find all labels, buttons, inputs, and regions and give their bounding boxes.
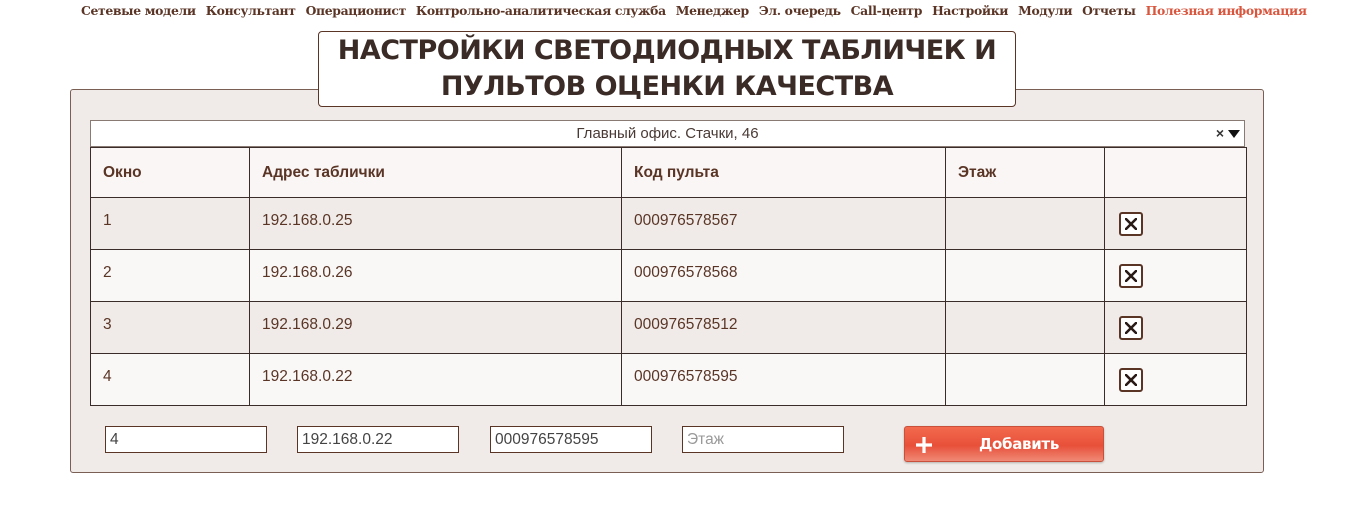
close-x-icon xyxy=(1125,270,1137,282)
table-row: 4 192.168.0.22 000976578595 xyxy=(90,353,1247,406)
window-number-input[interactable] xyxy=(105,426,267,453)
add-button-label: Добавить xyxy=(978,435,1060,453)
header-address: Адрес таблички xyxy=(249,147,622,198)
office-select-value: Главный офис. Стачки, 46 xyxy=(576,125,759,142)
cell-code: 000976578595 xyxy=(621,353,946,406)
cell-actions xyxy=(1104,301,1247,354)
nav-manager[interactable]: Менеджер xyxy=(676,3,749,18)
header-actions xyxy=(1104,147,1247,198)
cell-code: 000976578567 xyxy=(621,197,946,250)
cell-address: 192.168.0.26 xyxy=(249,249,622,302)
nav-e-queue[interactable]: Эл. очередь xyxy=(759,3,841,18)
delete-row-button[interactable] xyxy=(1119,316,1143,340)
nav-operator[interactable]: Операционист xyxy=(306,3,407,18)
cell-window: 1 xyxy=(90,197,250,250)
nav-reports[interactable]: Отчеты xyxy=(1082,3,1136,18)
delete-row-button[interactable] xyxy=(1119,368,1143,392)
nav-consultant[interactable]: Консультант xyxy=(206,3,296,18)
remote-code-input[interactable] xyxy=(490,426,652,453)
table-row: 3 192.168.0.29 000976578512 xyxy=(90,301,1247,354)
top-navigation: Сетевые модели Консультант Операционист … xyxy=(81,3,1307,18)
cell-address: 192.168.0.29 xyxy=(249,301,622,354)
address-input[interactable] xyxy=(297,426,459,453)
header-floor: Этаж xyxy=(945,147,1105,198)
nav-control-analytics[interactable]: Контрольно-аналитическая служба xyxy=(416,3,666,18)
nav-call-center[interactable]: Call-центр xyxy=(851,3,923,18)
close-x-icon xyxy=(1125,374,1137,386)
header-window: Окно xyxy=(90,147,250,198)
cell-floor xyxy=(945,249,1105,302)
cell-code: 000976578568 xyxy=(621,249,946,302)
floor-input[interactable] xyxy=(682,426,844,453)
table-header-row: Окно Адрес таблички Код пульта Этаж xyxy=(90,147,1247,198)
cell-window: 3 xyxy=(90,301,250,354)
chevron-down-icon[interactable] xyxy=(1228,130,1240,138)
add-button[interactable]: Добавить xyxy=(904,426,1104,462)
cell-address: 192.168.0.25 xyxy=(249,197,622,250)
delete-row-button[interactable] xyxy=(1119,264,1143,288)
cell-code: 000976578512 xyxy=(621,301,946,354)
delete-row-button[interactable] xyxy=(1119,212,1143,236)
cell-actions xyxy=(1104,353,1247,406)
page-title-box: НАСТРОЙКИ СВЕТОДИОДНЫХ ТАБЛИЧЕК И ПУЛЬТО… xyxy=(318,31,1016,107)
office-select[interactable]: Главный офис. Стачки, 46 × xyxy=(90,120,1245,147)
devices-table: Окно Адрес таблички Код пульта Этаж 1 19… xyxy=(90,147,1247,406)
close-x-icon xyxy=(1125,218,1137,230)
page-title: НАСТРОЙКИ СВЕТОДИОДНЫХ ТАБЛИЧЕК И ПУЛЬТО… xyxy=(337,35,997,102)
nav-network-models[interactable]: Сетевые модели xyxy=(81,3,196,18)
cell-address: 192.168.0.22 xyxy=(249,353,622,406)
cell-actions xyxy=(1104,249,1247,302)
header-code: Код пульта xyxy=(621,147,946,198)
table-row: 2 192.168.0.26 000976578568 xyxy=(90,249,1247,302)
cell-floor xyxy=(945,197,1105,250)
clear-selection-icon[interactable]: × xyxy=(1216,121,1224,146)
close-x-icon xyxy=(1125,322,1137,334)
nav-settings[interactable]: Настройки xyxy=(932,3,1008,18)
plus-icon xyxy=(916,437,932,453)
nav-useful-info[interactable]: Полезная информация xyxy=(1146,3,1307,18)
cell-floor xyxy=(945,353,1105,406)
cell-floor xyxy=(945,301,1105,354)
nav-modules[interactable]: Модули xyxy=(1018,3,1072,18)
cell-window: 2 xyxy=(90,249,250,302)
cell-actions xyxy=(1104,197,1247,250)
table-row: 1 192.168.0.25 000976578567 xyxy=(90,197,1247,250)
cell-window: 4 xyxy=(90,353,250,406)
